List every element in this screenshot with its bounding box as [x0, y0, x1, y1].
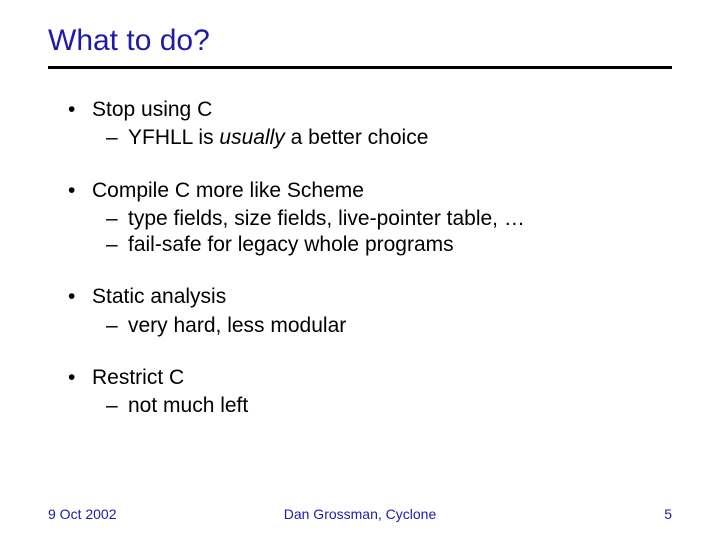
sub-item: not much left — [106, 393, 672, 419]
sub-text-pre: type fields, size fields, live-pointer t… — [128, 207, 525, 230]
sub-list: not much left — [92, 393, 672, 419]
sub-list: very hard, less modular — [92, 313, 672, 339]
footer-page: 5 — [664, 506, 672, 522]
footer-date: 9 Oct 2002 — [48, 506, 117, 522]
sub-text-em: usually — [219, 126, 284, 149]
slide: What to do? Stop using C YFHLL is usuall… — [0, 0, 720, 540]
sub-text-post: a better choice — [285, 126, 429, 149]
sub-text-pre: not much left — [128, 394, 248, 417]
footer-author: Dan Grossman, Cyclone — [48, 506, 672, 522]
bullet-text: Compile C more like Scheme — [92, 179, 364, 202]
sub-list: YFHLL is usually a better choice — [92, 125, 672, 151]
bullet-text: Stop using C — [92, 98, 212, 121]
sub-item: fail-safe for legacy whole programs — [106, 232, 672, 258]
bullet-text: Static analysis — [92, 285, 226, 308]
list-item: Static analysis very hard, less modular — [68, 284, 672, 339]
sub-text-pre: very hard, less modular — [128, 314, 346, 337]
slide-footer: 9 Oct 2002 Dan Grossman, Cyclone 5 — [48, 506, 672, 522]
list-item: Stop using C YFHLL is usually a better c… — [68, 97, 672, 152]
sub-item: very hard, less modular — [106, 313, 672, 339]
sub-list: type fields, size fields, live-pointer t… — [92, 206, 672, 259]
sub-item: type fields, size fields, live-pointer t… — [106, 206, 672, 232]
bullet-text: Restrict C — [92, 366, 184, 389]
bullet-list: Stop using C YFHLL is usually a better c… — [48, 97, 672, 419]
sub-text-pre: fail-safe for legacy whole programs — [128, 233, 454, 256]
slide-title: What to do? — [48, 24, 672, 64]
title-rule — [48, 66, 672, 69]
sub-item: YFHLL is usually a better choice — [106, 125, 672, 151]
list-item: Compile C more like Scheme type fields, … — [68, 178, 672, 259]
sub-text-pre: YFHLL is — [128, 126, 219, 149]
list-item: Restrict C not much left — [68, 365, 672, 420]
